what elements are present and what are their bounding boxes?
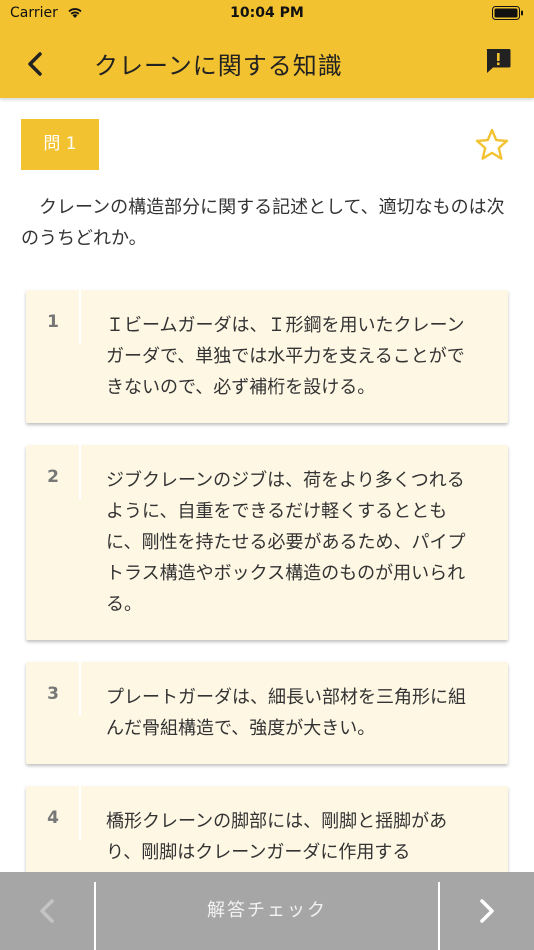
question-number-badge: 問 1 [21, 119, 99, 170]
answer-option-3[interactable]: 3 プレートガーダは、細長い部材を三角形に組んだ骨組構造で、強度が大きい。 [26, 662, 508, 764]
option-number: 1 [47, 312, 59, 332]
navigation-bar: クレーンに関する知識 [0, 28, 534, 98]
option-number: 2 [47, 467, 59, 487]
bottom-toolbar: 解答チェック [0, 872, 534, 950]
option-number: 3 [47, 684, 59, 704]
answer-option-2[interactable]: 2 ジブクレーンのジブは、荷をより多くつれるように、自重をできるだけ軽くするとと… [26, 445, 508, 640]
chevron-left-icon [28, 52, 42, 76]
option-text: 橋形クレーンの脚部には、剛脚と揺脚があり、剛脚はクレーンガーダに作用する [106, 811, 448, 863]
check-answer-button[interactable]: 解答チェック [96, 872, 438, 950]
option-text: ジブクレーンのジブは、荷をより多くつれるように、自重をできるだけ軽くするとともに… [106, 470, 466, 615]
chevron-right-icon [480, 899, 494, 923]
option-text: Ｉビームガーダは、Ｉ形鋼を用いたクレーンガーダで、単独では水平力を支えることがで… [106, 315, 465, 398]
next-question-button[interactable] [440, 872, 534, 950]
previous-question-button[interactable] [0, 872, 94, 950]
status-bar: Carrier 10:04 PM [0, 0, 534, 28]
battery-icon [492, 6, 523, 20]
option-number: 4 [47, 808, 59, 828]
question-text: クレーンの構造部分に関する記述として、適切なものは次のうちどれか。 [21, 197, 505, 249]
page-title: クレーンに関する知識 [94, 52, 343, 80]
star-outline-icon [475, 128, 509, 160]
option-divider [79, 445, 81, 499]
answer-option-1[interactable]: 1 Ｉビームガーダは、Ｉ形鋼を用いたクレーンガーダで、単独では水平力を支えること… [26, 290, 508, 423]
favorite-button[interactable] [474, 127, 510, 163]
back-button[interactable] [20, 48, 52, 80]
option-text: プレートガーダは、細長い部材を三角形に組んだ骨組構造で、強度が大きい。 [106, 687, 466, 739]
report-button[interactable] [484, 47, 512, 75]
status-time: 10:04 PM [230, 5, 304, 21]
option-divider [79, 786, 81, 840]
exclamation-bubble-icon [486, 49, 511, 73]
chevron-left-icon [40, 899, 54, 923]
option-divider [79, 290, 81, 344]
option-divider [79, 662, 81, 716]
